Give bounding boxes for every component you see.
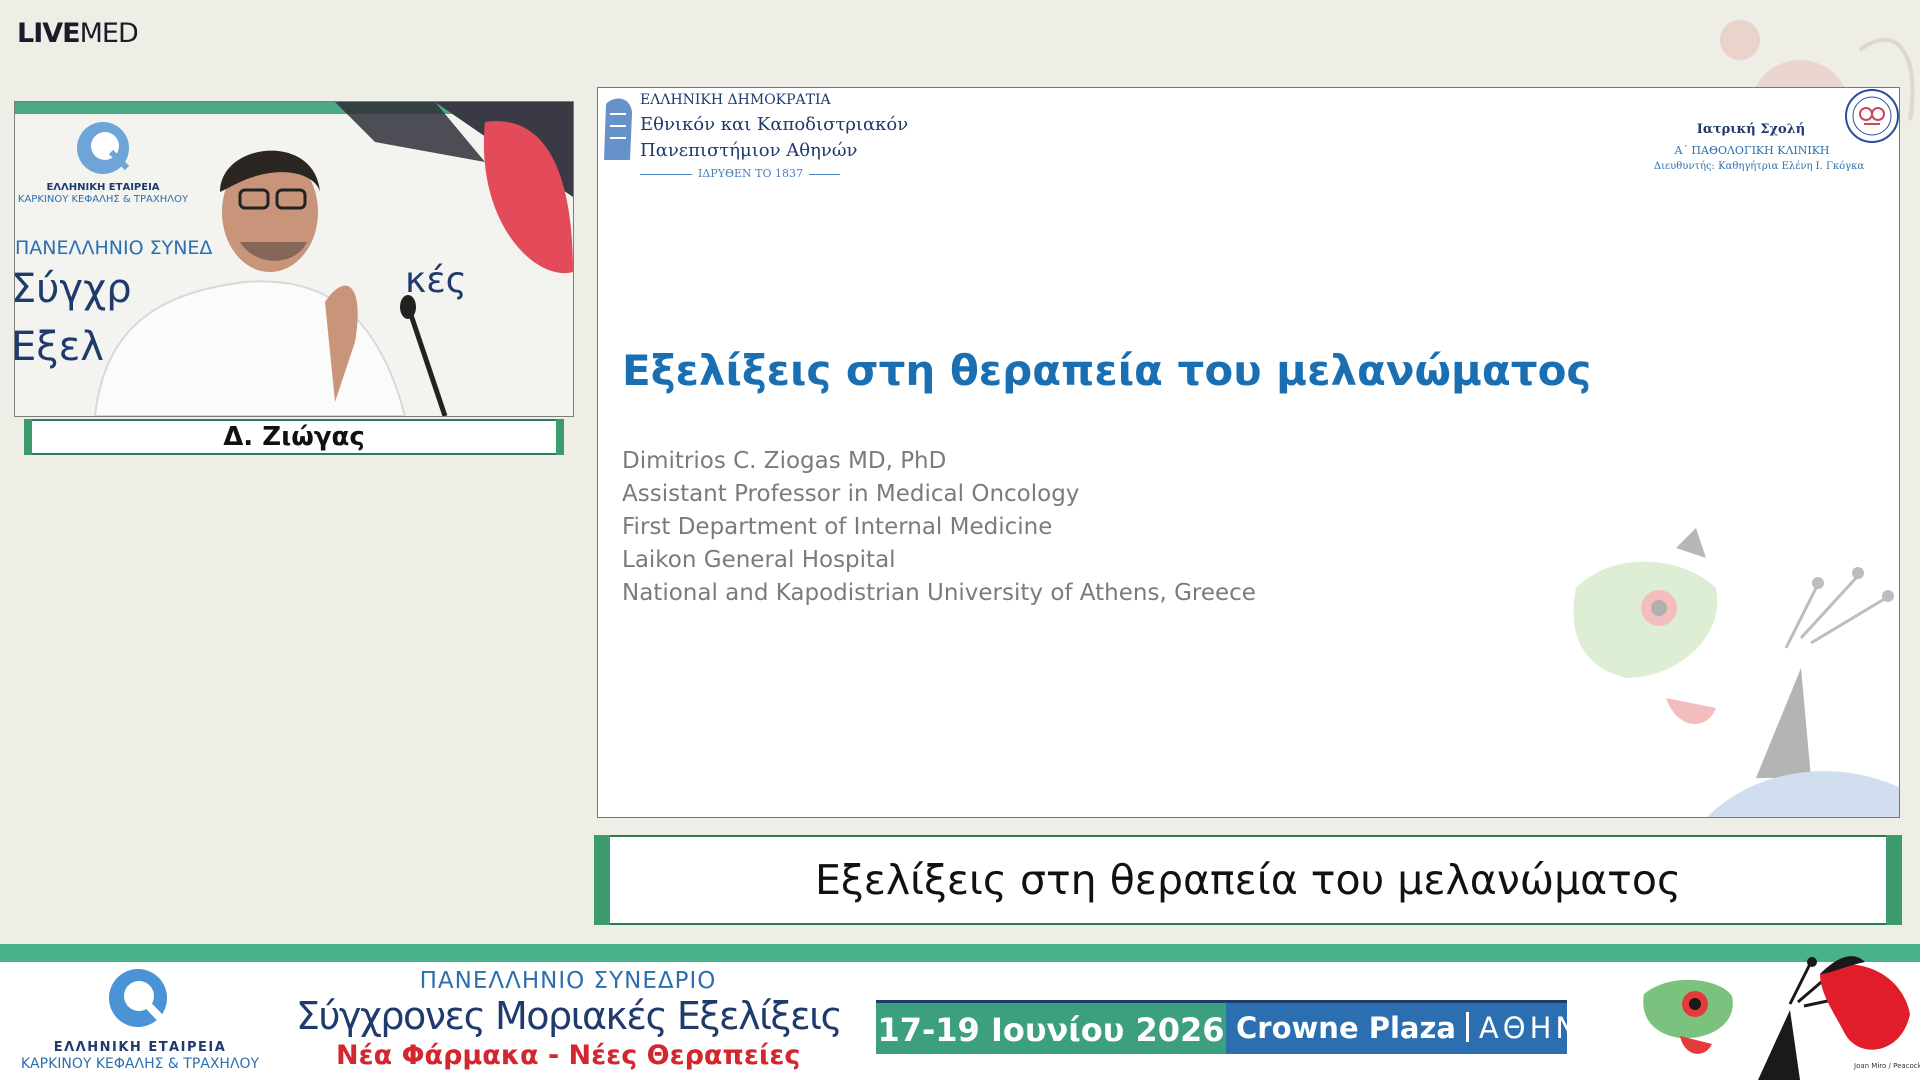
svg-text:ΠΑΝΕΛΛΗΝΙΟ ΣΥΝΕΔ: ΠΑΝΕΛΛΗΝΙΟ ΣΥΝΕΔ xyxy=(15,237,212,259)
author-block: Dimitrios C. Ziogas MD, PhD Assistant Pr… xyxy=(622,445,1256,610)
venue-name: Crowne Plaza xyxy=(1236,1011,1456,1045)
speaker-name: Δ. Ζιώγας xyxy=(223,422,365,452)
svg-text:Joan Miro / Peacock Feathers: Joan Miro / Peacock Feathers xyxy=(1853,1062,1920,1070)
svg-text:κές: κές xyxy=(405,260,467,301)
athena-emblem-icon xyxy=(604,98,632,160)
footer-society-line2: ΚΑΡΚΙΝΟΥ ΚΕΦΑΛΗΣ & ΤΡΑΧΗΛΟΥ xyxy=(20,1056,260,1072)
svg-text:Εξελ: Εξελ xyxy=(15,324,104,370)
slide-artwork xyxy=(1573,528,1899,817)
clinic-director: Διευθυντής: Καθηγήτρια Ελένη Ι. Γκόγκα xyxy=(1653,161,1865,172)
conference-title: Σύγχρονες Μοριακές Εξελίξεις xyxy=(296,994,843,1038)
slide-title: Εξελίξεις στη θεραπεία του μελανώματος xyxy=(622,346,1592,395)
author-line: First Department of Internal Medicine xyxy=(622,514,1053,540)
conference-dates: 17-19 Ιουνίου 2026 xyxy=(876,1000,1226,1054)
lecture-caption: Εξελίξεις στη θεραπεία του μελανώματος xyxy=(594,835,1902,925)
author-line: Laikon General Hospital xyxy=(622,547,896,573)
speaker-name-label: Δ. Ζιώγας xyxy=(24,419,564,455)
medical-school-label: Ιατρική Σχολή xyxy=(1696,122,1806,137)
university-name-line1: Εθνικόν και Καποδιστριακόν xyxy=(640,114,909,135)
university-name-line2: Πανεπιστήμιον Αθηνών xyxy=(640,140,858,161)
society-logo-icon xyxy=(77,122,130,174)
footer-society-line1: ΕΛΛΗΝΙΚΗ ΕΤΑΙΡΕΙΑ xyxy=(53,1040,227,1055)
conference-type: ΠΑΝΕΛΛΗΝΙΟ ΣΥΝΕΔΡΙΟ xyxy=(419,968,717,994)
venue-city: ΑΘΗΝΑ xyxy=(1478,1011,1605,1045)
clinic-name: Α΄ ΠΑΘΟΛΟΓΙΚΗ ΚΛΙΝΙΚΗ xyxy=(1674,144,1830,157)
university-founded: ΙΔΡΥΘΕΝ ΤΟ 1837 xyxy=(692,167,809,180)
svg-text:Σύγχρ: Σύγχρ xyxy=(15,266,132,312)
clinic-seal-icon xyxy=(1845,89,1899,143)
footer-stripe xyxy=(0,944,1920,962)
author-line: Dimitrios C. Ziogas MD, PhD xyxy=(622,448,947,474)
footer-artwork: Joan Miro / Peacock Feathers xyxy=(1640,956,1920,1080)
lecture-caption-text: Εξελίξεις στη θεραπεία του μελανώματος xyxy=(814,856,1682,904)
conference-venue: Crowne Plaza ΑΘΗΝΑ xyxy=(1226,1000,1601,1054)
author-line: National and Kapodistrian University of … xyxy=(622,580,1256,606)
svg-text:ΚΑΡΚΙΝΟΥ ΚΕΦΑΛΗΣ & ΤΡΑΧΗΛΟΥ: ΚΑΡΚΙΝΟΥ ΚΕΦΑΛΗΣ & ΤΡΑΧΗΛΟΥ xyxy=(18,194,189,205)
society-logo-icon xyxy=(109,969,170,1028)
header-left-line1: ΕΛΛΗΝΙΚΗ ΔΗΜΟΚΡΑΤΙΑ xyxy=(640,92,831,108)
author-line: Assistant Professor in Medical Oncology xyxy=(622,481,1080,507)
speaker-video-frame: ΕΛΛΗΝΙΚΗ ΕΤΑΙΡΕΙΑ ΚΑΡΚΙΝΟΥ ΚΕΦΑΛΗΣ & ΤΡΑ… xyxy=(15,102,573,416)
speaker-video[interactable]: ΕΛΛΗΝΙΚΗ ΕΤΑΙΡΕΙΑ ΚΑΡΚΙΝΟΥ ΚΕΦΑΛΗΣ & ΤΡΑ… xyxy=(14,101,574,417)
presentation-slide[interactable]: ΕΛΛΗΝΙΚΗ ΔΗΜΟΚΡΑΤΙΑ Εθνικόν και Καποδιστ… xyxy=(597,87,1900,818)
conference-subtitle: Νέα Φάρμακα - Νέες Θεραπείες xyxy=(336,1040,801,1071)
livemed-logo: LIVEMED xyxy=(17,18,139,49)
svg-text:ΕΛΛΗΝΙΚΗ ΕΤΑΙΡΕΙΑ: ΕΛΛΗΝΙΚΗ ΕΤΑΙΡΕΙΑ xyxy=(46,182,159,193)
